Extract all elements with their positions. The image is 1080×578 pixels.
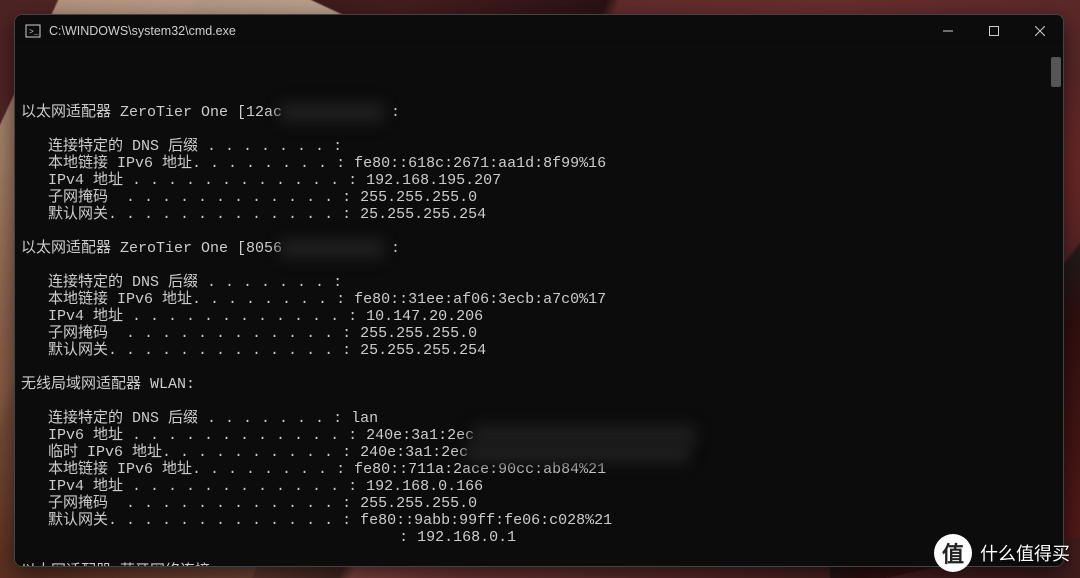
field-value: 192.168.0.1 (417, 529, 516, 546)
field-value: 25.255.255.254 (360, 206, 486, 223)
field-value: lan (351, 410, 378, 427)
field-label: 子网掩码 (48, 189, 108, 206)
field-label: 默认网关 (48, 512, 108, 529)
field-label: 子网掩码 (48, 325, 108, 342)
field-value: fe80::711a:2ace:90cc:ab84%21 (354, 461, 606, 478)
adapter-header: 以太网适配器 蓝牙网络连接: (21, 563, 219, 566)
field-label: IPv6 地址 (48, 427, 123, 444)
field-value: fe80::31ee:af06:3ecb:a7c0%17 (354, 291, 606, 308)
field-value: 255.255.255.0 (360, 325, 477, 342)
field-label: 默认网关 (48, 206, 108, 223)
field-value: 255.255.255.0 (360, 495, 477, 512)
maximize-button[interactable] (971, 15, 1017, 46)
terminal-area[interactable]: 以太网适配器 ZeroTier One [12ac : 连接特定的 DNS 后缀… (15, 47, 1063, 566)
adapter-header: 以太网适配器 ZeroTier One [8056 (21, 240, 282, 257)
close-button[interactable] (1017, 15, 1063, 46)
scrollbar-thumb[interactable] (1051, 57, 1061, 87)
field-value: 192.168.195.207 (366, 172, 501, 189)
adapter-header: 以太网适配器 ZeroTier One [12ac (21, 104, 282, 121)
watermark: 值 什么值得买 (934, 534, 1070, 572)
window-controls (925, 15, 1063, 46)
field-label: 本地链接 IPv6 地址 (48, 155, 192, 172)
redacted-text (468, 444, 688, 461)
window-title: C:\WINDOWS\system32\cmd.exe (49, 24, 925, 38)
field-value: fe80::9abb:99ff:fe06:c028%21 (360, 512, 612, 529)
field-label: IPv4 地址 (48, 172, 123, 189)
redacted-text (282, 240, 382, 257)
cmd-window: >_ C:\WINDOWS\system32\cmd.exe 以太网适配器 Ze… (14, 14, 1064, 567)
field-label: 本地链接 IPv6 地址 (48, 291, 192, 308)
cmd-icon: >_ (25, 23, 41, 39)
adapter-header: 无线局域网适配器 WLAN: (21, 376, 195, 393)
field-value: 255.255.255.0 (360, 189, 477, 206)
field-label: 默认网关 (48, 342, 108, 359)
minimize-button[interactable] (925, 15, 971, 46)
redacted-text (474, 427, 694, 444)
field-label: 连接特定的 DNS 后缀 (48, 410, 198, 427)
redacted-text (282, 104, 382, 121)
watermark-badge-icon: 值 (934, 534, 972, 572)
field-label: 连接特定的 DNS 后缀 (48, 274, 198, 291)
field-label: 临时 IPv6 地址 (48, 444, 162, 461)
scrollbar[interactable] (1051, 47, 1061, 566)
field-value: fe80::618c:2671:aa1d:8f99%16 (354, 155, 606, 172)
field-value: 25.255.255.254 (360, 342, 486, 359)
terminal-output: 以太网适配器 ZeroTier One [12ac : 连接特定的 DNS 后缀… (21, 87, 1063, 566)
field-label: 连接特定的 DNS 后缀 (48, 138, 198, 155)
svg-text:>_: >_ (29, 28, 39, 37)
field-label: IPv4 地址 (48, 478, 123, 495)
field-value: 192.168.0.166 (366, 478, 483, 495)
field-value: 10.147.20.206 (366, 308, 483, 325)
field-label: IPv4 地址 (48, 308, 123, 325)
field-value: 240e:3a1:2ec (360, 444, 468, 461)
titlebar[interactable]: >_ C:\WINDOWS\system32\cmd.exe (15, 15, 1063, 47)
field-label: 子网掩码 (48, 495, 108, 512)
watermark-text: 什么值得买 (980, 540, 1070, 566)
field-value: 240e:3a1:2ec (366, 427, 474, 444)
field-label: 本地链接 IPv6 地址 (48, 461, 192, 478)
